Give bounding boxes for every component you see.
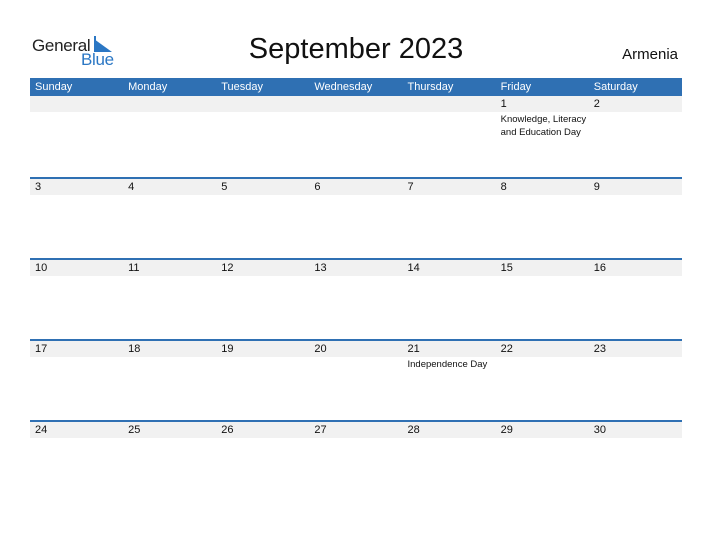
day-number: 9: [593, 181, 600, 193]
day-number: 30: [593, 424, 606, 436]
day-number: 27: [314, 424, 327, 436]
date-row: 12: [30, 96, 682, 112]
holiday-event: [216, 357, 309, 371]
date-row: 10 11 12 13 14 15 16: [30, 260, 682, 276]
events-row: Knowledge, Literacy and Education Day: [30, 112, 682, 139]
day-number: [123, 96, 216, 112]
day-number: 12: [221, 262, 234, 274]
holiday-event: [309, 195, 402, 196]
weekday-friday: Friday: [500, 81, 532, 93]
day-number: 13: [314, 262, 327, 274]
day-number: [309, 96, 402, 112]
holiday-event: [30, 357, 123, 371]
day-number: 3: [35, 181, 42, 193]
weekday-tuesday: Tuesday: [221, 81, 264, 93]
holiday-event: [309, 276, 402, 277]
holiday-event: [123, 112, 216, 139]
day-number: 10: [35, 262, 48, 274]
country-label: Armenia: [622, 46, 678, 63]
holiday-event: [589, 276, 682, 277]
day-number: 8: [500, 181, 507, 193]
events-row: Independence Day: [30, 357, 682, 371]
day-number: 20: [314, 343, 327, 355]
holiday-event: [496, 357, 589, 371]
day-number: 5: [221, 181, 228, 193]
holiday-event: Independence Day: [407, 359, 488, 370]
holiday-event: [496, 438, 589, 439]
day-number: 16: [593, 262, 606, 274]
holiday-event: [403, 276, 496, 277]
week-row: 1 2 Knowledge, Literacy and Education Day: [30, 96, 682, 177]
events-row: [30, 195, 682, 196]
holiday-event: [216, 438, 309, 439]
weeks-container: 1 2 Knowledge, Literacy and Education Day 3…: [30, 96, 682, 501]
weekday-header: Sunday Monday Tuesday Wednesday Thursday…: [30, 78, 682, 96]
holiday-event: [309, 112, 402, 139]
day-number: 6: [314, 181, 321, 193]
date-row: 3 4 5 6 7 8 9: [30, 179, 682, 195]
holiday-event: [403, 438, 496, 439]
day-number: 26: [221, 424, 234, 436]
day-number: 4: [128, 181, 135, 193]
holiday-event: [123, 357, 216, 371]
holiday-event: [496, 195, 589, 196]
day-number: 21: [407, 343, 420, 355]
events-row: [30, 276, 682, 277]
day-number: 19: [221, 343, 234, 355]
day-number: 17: [35, 343, 48, 355]
holiday-event: [30, 112, 123, 139]
weekday-thursday: Thursday: [407, 81, 454, 93]
holiday-event: [123, 195, 216, 196]
holiday-event: [216, 276, 309, 277]
week-row: 17 18 19 20 21 22 23 Independence Day: [30, 339, 682, 420]
day-number: 24: [35, 424, 48, 436]
day-number: 29: [500, 424, 513, 436]
day-number: 11: [128, 262, 140, 274]
holiday-event: [309, 357, 402, 371]
weekday-saturday: Saturday: [593, 81, 638, 93]
events-row: [30, 438, 682, 439]
holiday-event: [496, 276, 589, 277]
holiday-event: [589, 438, 682, 439]
date-row: 24 25 26 27 28 29 30: [30, 422, 682, 438]
week-row: 24 25 26 27 28 29 30: [30, 420, 682, 501]
holiday-event: [30, 438, 123, 439]
page-title: September 2023: [248, 33, 464, 65]
weekday-wednesday: Wednesday: [314, 81, 373, 93]
day-number: 2: [593, 98, 600, 110]
holiday-event: [123, 276, 216, 277]
holiday-event: [403, 112, 496, 139]
day-number: 15: [500, 262, 513, 274]
day-number: [30, 96, 123, 112]
calendar-grid: Sunday Monday Tuesday Wednesday Thursday…: [30, 78, 682, 501]
holiday-event: [589, 357, 682, 371]
day-number: 22: [500, 343, 513, 355]
holiday-event: [589, 195, 682, 196]
day-number: 25: [128, 424, 141, 436]
holiday-event: [589, 112, 682, 139]
holiday-event: [216, 195, 309, 196]
day-number: 18: [128, 343, 141, 355]
day-number: 14: [407, 262, 420, 274]
holiday-event: [30, 276, 123, 277]
holiday-event: [309, 438, 402, 439]
week-row: 3 4 5 6 7 8 9: [30, 177, 682, 258]
holiday-event: [30, 195, 123, 196]
day-number: 28: [407, 424, 420, 436]
holiday-event: [403, 195, 496, 196]
date-row: 17 18 19 20 21 22 23: [30, 341, 682, 357]
weekday-monday: Monday: [128, 81, 168, 93]
day-number: 7: [407, 181, 414, 193]
holiday-event: [123, 438, 216, 439]
day-number: 1: [500, 98, 507, 110]
day-number: 23: [593, 343, 606, 355]
holiday-event: [216, 112, 309, 139]
weekday-sunday: Sunday: [35, 81, 73, 93]
day-number: [403, 96, 496, 112]
week-row: 10 11 12 13 14 15 16: [30, 258, 682, 339]
day-number: [216, 96, 309, 112]
holiday-event: Knowledge, Literacy and Education Day: [500, 114, 587, 138]
